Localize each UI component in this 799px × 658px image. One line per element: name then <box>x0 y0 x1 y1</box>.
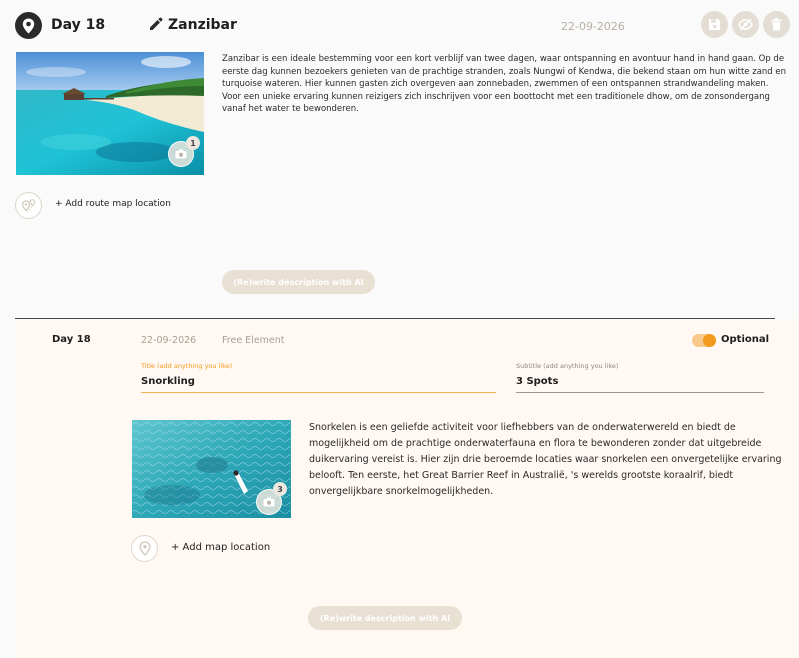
element-description[interactable]: Snorkelen is een geliefde activiteit voo… <box>309 420 787 500</box>
eye-off-icon <box>738 18 753 31</box>
element-day-label: Day 18 <box>52 334 91 345</box>
toggle-knob <box>703 334 716 347</box>
save-icon <box>709 19 720 30</box>
title-input-underline <box>141 392 496 393</box>
photo-count-badge: 3 <box>273 482 287 496</box>
subtitle-input-underline <box>516 392 764 393</box>
photo-count-badge: 1 <box>186 136 200 150</box>
map-pin-icon <box>139 541 150 556</box>
day-description[interactable]: Zanzibar is een ideale bestemming voor e… <box>222 53 787 116</box>
subtitle-input[interactable]: 3 Spots <box>516 376 558 387</box>
delete-button[interactable] <box>763 11 790 38</box>
camera-icon <box>175 149 187 159</box>
hide-button[interactable] <box>732 11 759 38</box>
save-button[interactable] <box>701 11 728 38</box>
trash-icon <box>771 18 782 31</box>
title-field-label: Title (add anything you like) <box>141 362 233 370</box>
edit-pencil-icon[interactable] <box>148 16 164 32</box>
destination-photo[interactable]: 1 <box>16 52 204 175</box>
rewrite-description-ai-button[interactable]: (Re)write description with AI <box>308 606 462 630</box>
optional-toggle[interactable] <box>692 334 716 347</box>
element-photo[interactable]: 3 <box>132 420 291 518</box>
rewrite-description-ai-button[interactable]: (Re)write description with AI <box>222 270 375 294</box>
add-map-location-button[interactable] <box>131 535 158 562</box>
map-pins-icon <box>21 198 35 212</box>
title-input[interactable]: Snorkling <box>141 376 195 387</box>
subtitle-field-label: Subtitle (add anything you like) <box>516 362 619 370</box>
day-title: Day 18 <box>51 17 106 33</box>
element-date: 22-09-2026 <box>141 335 197 346</box>
destination-title[interactable]: Zanzibar <box>168 17 237 33</box>
location-pin-icon[interactable] <box>15 12 42 39</box>
optional-label: Optional <box>721 334 770 345</box>
add-route-map-location-link[interactable]: + Add route map location <box>55 199 171 209</box>
day-date: 22-09-2026 <box>561 20 625 33</box>
camera-icon <box>263 497 275 507</box>
add-map-location-link[interactable]: + Add map location <box>171 542 270 553</box>
add-route-location-button[interactable] <box>15 192 42 219</box>
element-type-label: Free Element <box>222 335 285 346</box>
